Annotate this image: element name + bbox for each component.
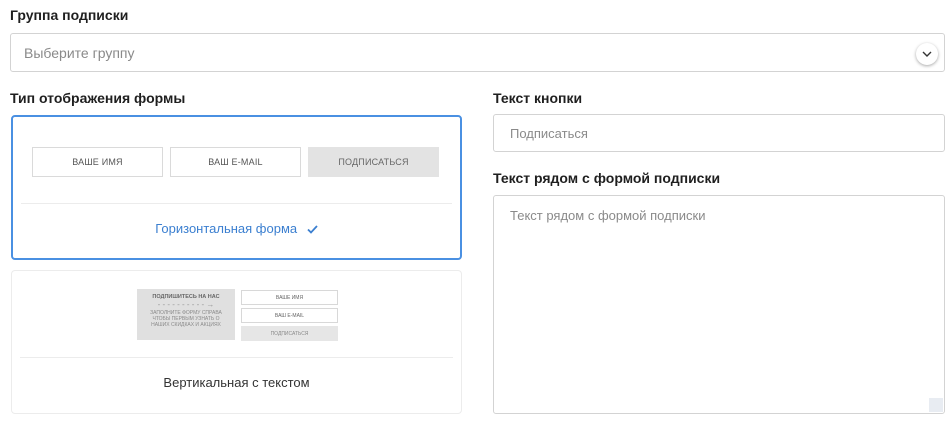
card-divider xyxy=(21,203,452,204)
preview-name-field: ВАШЕ ИМЯ xyxy=(32,147,163,177)
checkmark-icon xyxy=(307,222,318,237)
preview-subscribe-button: ПОДПИСАТЬСЯ xyxy=(241,326,338,341)
form-display-type-label: Тип отображения формы xyxy=(10,90,186,106)
preview-name-field: ВАШЕ ИМЯ xyxy=(241,290,338,305)
preview-email-field: ВАШ E-MAIL xyxy=(170,147,301,177)
subscription-group-select[interactable]: Выберите группу xyxy=(10,33,945,72)
side-text-textarea[interactable]: Текст рядом с формой подписки xyxy=(493,195,945,414)
card-divider xyxy=(20,357,453,358)
side-text-label: Текст рядом с формой подписки xyxy=(493,170,721,186)
subscription-group-placeholder: Выберите группу xyxy=(24,45,135,61)
preview-text-block: ПОДПИШИТЕСЬ НА НАС - - - - - - - - - - →… xyxy=(137,289,235,340)
preview-email-field: ВАШ E-MAIL xyxy=(241,308,338,323)
button-text-input[interactable]: Подписаться xyxy=(493,114,945,152)
form-type-caption: Вертикальная с текстом xyxy=(163,375,310,390)
preview-subscribe-button: ПОДПИСАТЬСЯ xyxy=(308,147,439,177)
chevron-down-icon[interactable] xyxy=(916,43,938,65)
button-text-label: Текст кнопки xyxy=(493,90,583,106)
form-type-caption: Горизонтальная форма xyxy=(13,221,460,237)
preview-arrow: - - - - - - - - - - → xyxy=(157,300,215,309)
resize-handle[interactable] xyxy=(929,398,943,412)
form-type-option-horizontal[interactable]: ВАШЕ ИМЯ ВАШ E-MAIL ПОДПИСАТЬСЯ Горизонт… xyxy=(11,115,462,260)
form-type-caption-text: Горизонтальная форма xyxy=(155,221,298,236)
preview-body-text: ЗАПОЛНИТЕ ФОРМУ СПРАВА ЧТОБЫ ПЕРВЫМ УЗНА… xyxy=(150,310,222,328)
side-text-placeholder: Текст рядом с формой подписки xyxy=(510,208,706,223)
form-type-option-vertical[interactable]: ПОДПИШИТЕСЬ НА НАС - - - - - - - - - - →… xyxy=(11,270,462,414)
subscription-group-label: Группа подписки xyxy=(10,7,129,23)
button-text-placeholder: Подписаться xyxy=(510,126,588,141)
